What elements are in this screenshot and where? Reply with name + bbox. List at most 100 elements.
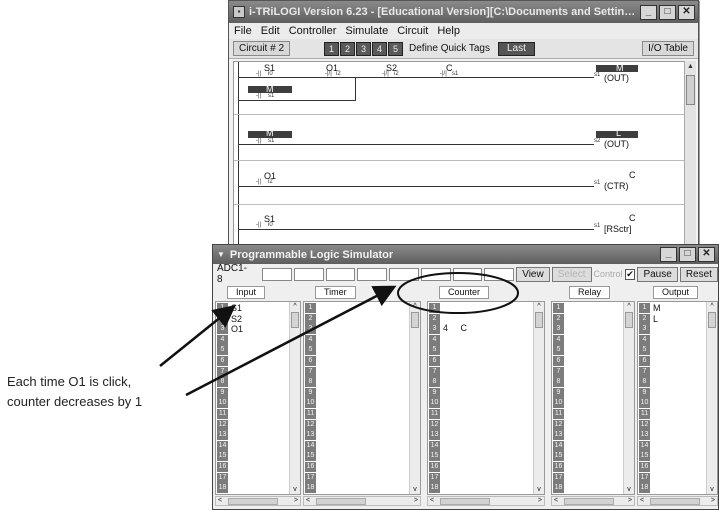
scroll-thumb[interactable]	[411, 312, 419, 328]
timer-vertical-scrollbar[interactable]: ^ v	[409, 302, 420, 494]
row-number-cell[interactable]: 9	[553, 387, 564, 398]
row-number-cell[interactable]: 15	[553, 451, 564, 462]
row-number-cell[interactable]: 13	[217, 430, 228, 441]
input-list[interactable]: 1 2 3 4 5 6 7 8 9 10 11 12 13 14 15 16 17 18 S1 S2 O1 ^ v	[215, 301, 301, 495]
row-number-cell[interactable]: 17	[305, 472, 316, 483]
rung4-contact-s1-symbol[interactable]: -||	[256, 222, 261, 228]
scroll-up-icon[interactable]: ^	[290, 303, 300, 310]
row-number-cell[interactable]: 1	[305, 303, 316, 314]
row-number-cell[interactable]: 8	[429, 377, 440, 388]
list-item[interactable]: 4 C	[443, 323, 467, 334]
ladder-diagram[interactable]: S1 -|| i0 O1 -|/| i2 S2 -|/| i2 C -|/| s…	[233, 61, 685, 249]
list-item[interactable]: L	[653, 314, 661, 325]
row-number-cell[interactable]: 3	[553, 324, 564, 335]
row-number-cell[interactable]: 16	[217, 461, 228, 472]
row-number-cell[interactable]: 2	[639, 313, 650, 324]
scroll-up-icon[interactable]: ▲	[685, 61, 696, 73]
row-number-cell[interactable]: 1	[429, 303, 440, 314]
menu-help[interactable]: Help	[437, 25, 460, 37]
row-number-cell[interactable]: 7	[553, 366, 564, 377]
row-number-cell[interactable]: 16	[305, 461, 316, 472]
rung2-output-type[interactable]: (OUT)	[604, 139, 629, 149]
row-number-cell[interactable]: 3	[217, 324, 228, 335]
row-number-cell[interactable]: 7	[429, 366, 440, 377]
scroll-down-icon[interactable]: v	[410, 486, 420, 493]
row-number-cell[interactable]: 11	[305, 408, 316, 420]
row-number-cell[interactable]: 13	[553, 430, 564, 441]
row-number-cell[interactable]: 14	[305, 440, 316, 451]
rung4-output-type[interactable]: [RSctr]	[604, 224, 632, 234]
scroll-left-icon[interactable]: <	[306, 497, 310, 504]
list-item[interactable]: M	[653, 303, 661, 314]
scroll-thumb[interactable]	[686, 75, 695, 105]
row-number-cell[interactable]: 12	[217, 419, 228, 430]
adc-input-7[interactable]	[452, 267, 483, 281]
row-number-cell[interactable]: 18	[639, 483, 650, 494]
row-number-cell[interactable]: 16	[553, 461, 564, 472]
rung1-contact-c-symbol[interactable]: -|/|	[440, 71, 447, 77]
row-number-cell[interactable]: 10	[305, 398, 316, 409]
row-number-cell[interactable]: 5	[305, 345, 316, 356]
scroll-left-icon[interactable]: <	[554, 497, 558, 504]
scroll-left-icon[interactable]: <	[640, 497, 644, 504]
menu-file[interactable]: File	[234, 25, 252, 37]
scroll-down-icon[interactable]: v	[624, 486, 634, 493]
row-number-cell[interactable]: 7	[639, 366, 650, 377]
input-horizontal-scrollbar[interactable]: < >	[215, 496, 301, 506]
adc-input-2[interactable]	[293, 267, 324, 281]
control-checkbox[interactable]: ✔	[624, 268, 636, 280]
row-number-cell[interactable]: 2	[553, 313, 564, 324]
row-number-cell[interactable]: 10	[217, 398, 228, 409]
rung3-contact-o1-symbol[interactable]: -||	[256, 179, 261, 185]
scroll-right-icon[interactable]: >	[538, 497, 542, 504]
scroll-up-icon[interactable]: ^	[534, 303, 544, 310]
row-number-cell[interactable]: 12	[553, 419, 564, 430]
row-number-cell[interactable]: 3	[305, 324, 316, 335]
row-number-cell[interactable]: 8	[217, 377, 228, 388]
select-button[interactable]: Select	[551, 266, 592, 282]
scroll-right-icon[interactable]: >	[294, 497, 298, 504]
scroll-down-icon[interactable]: v	[290, 486, 300, 493]
scroll-down-icon[interactable]: v	[534, 486, 544, 493]
row-number-cell[interactable]: 17	[553, 472, 564, 483]
row-number-cell[interactable]: 10	[553, 398, 564, 409]
row-number-cell[interactable]: 10	[639, 398, 650, 409]
row-number-cell[interactable]: 14	[553, 440, 564, 451]
scroll-thumb[interactable]	[228, 498, 278, 505]
scroll-right-icon[interactable]: >	[711, 497, 715, 504]
row-number-cell[interactable]: 5	[639, 345, 650, 356]
scroll-up-icon[interactable]: ^	[410, 303, 420, 310]
output-list[interactable]: 1 2 3 4 5 6 7 8 9 10 11 12 13 14 15 16 17 18 M L ^ v	[637, 301, 718, 495]
scroll-thumb[interactable]	[650, 498, 700, 505]
main-title-bar[interactable]: ▪ i-TRiLOGI Version 6.23 - [Educational …	[229, 1, 698, 23]
menu-edit[interactable]: Edit	[261, 25, 280, 37]
output-vertical-scrollbar[interactable]: ^ v	[706, 302, 717, 494]
row-number-cell[interactable]: 9	[429, 387, 440, 398]
counter-list[interactable]: 1 2 3 4 5 6 7 8 9 10 11 12 13 14 15 16 17 18 4 C ^ v	[427, 301, 545, 495]
simulator-title-bar[interactable]: ▼ Programmable Logic Simulator _ □ ✕	[213, 245, 718, 264]
scroll-left-icon[interactable]: <	[430, 497, 434, 504]
scroll-up-icon[interactable]: ^	[707, 303, 717, 310]
io-table-button[interactable]: I/O Table	[642, 41, 694, 56]
row-number-cell[interactable]: 18	[429, 483, 440, 494]
output-horizontal-scrollbar[interactable]: < >	[637, 496, 718, 506]
row-number-cell[interactable]: 7	[305, 366, 316, 377]
ladder-vertical-scrollbar[interactable]: ▲	[684, 61, 696, 249]
row-number-cell[interactable]: 9	[639, 387, 650, 398]
adc-input-6[interactable]	[420, 267, 451, 281]
row-number-cell[interactable]: 1	[553, 303, 564, 314]
last-button[interactable]: Last	[497, 41, 535, 56]
scroll-thumb[interactable]	[535, 312, 543, 328]
row-number-cell[interactable]: 1	[217, 303, 228, 314]
pause-button[interactable]: Pause	[637, 266, 678, 282]
row-number-cell[interactable]: 11	[639, 408, 650, 420]
row-number-cell[interactable]: 4	[553, 334, 564, 345]
row-number-cell[interactable]: 8	[305, 377, 316, 388]
sim-minimize-button[interactable]: _	[660, 247, 677, 262]
row-number-cell[interactable]: 11	[217, 408, 228, 420]
row-number-cell[interactable]: 6	[217, 355, 228, 367]
scroll-thumb[interactable]	[440, 498, 490, 505]
reset-button[interactable]: Reset	[679, 266, 718, 282]
scroll-down-icon[interactable]: v	[707, 486, 717, 493]
circuit-number-button[interactable]: Circuit # 2	[233, 41, 291, 56]
